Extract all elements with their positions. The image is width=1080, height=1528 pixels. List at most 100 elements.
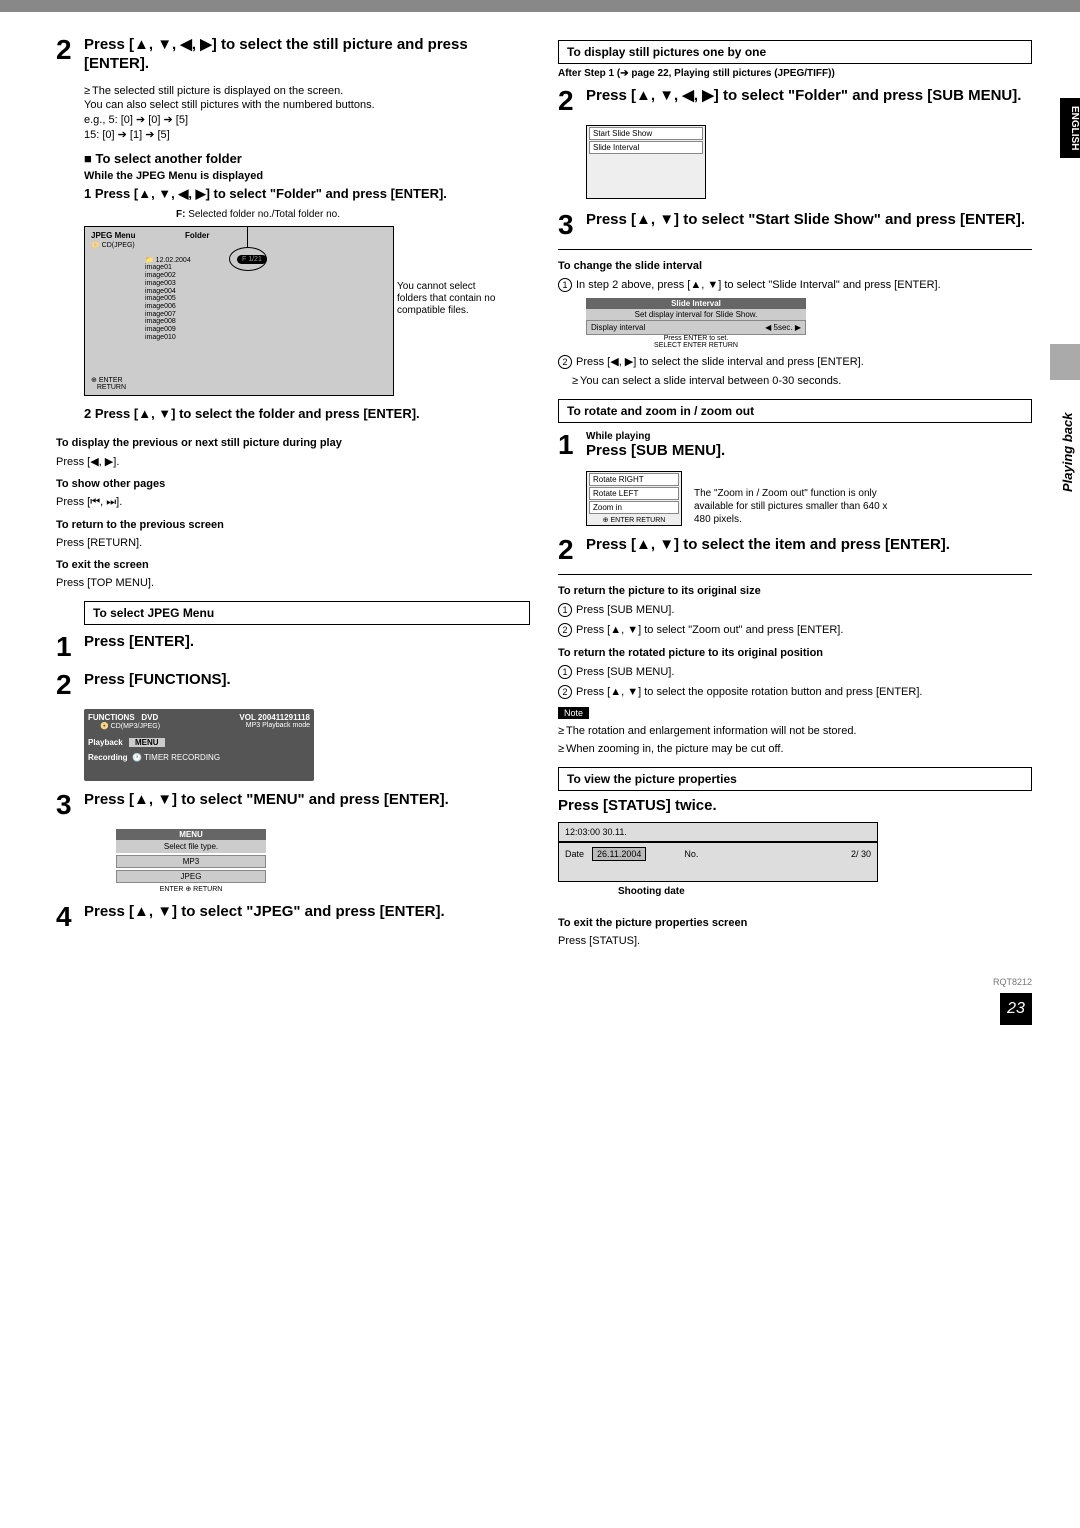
display-prev-next-text: Press [◀, ▶]. (56, 455, 530, 468)
page-top-border (0, 0, 1080, 12)
functions-menu-illustration: FUNCTIONS DVD VOL 200411291118 📀 CD(MP3/… (84, 709, 314, 781)
file-list: 📁 12.02.2004 image01 image002 image003 i… (145, 257, 191, 342)
while-playing-label: While playing (586, 431, 725, 442)
circled-step-2: Press [◀, ▶] to select the slide interva… (558, 355, 1032, 369)
orig-size-step2: Press [▲, ▼] to select "Zoom out" and pr… (558, 623, 1032, 637)
rotate-menu: Rotate RIGHT Rotate LEFT Zoom in ⊕ ENTER… (586, 471, 682, 526)
folder-counter-explanation: F: F: Selected folder no./Total folder n… (176, 209, 530, 220)
interval-press-enter: Press ENTER to set. (586, 335, 806, 342)
number-value: 2/ 30 (851, 849, 871, 859)
status-display-box: 12:03:00 30.11. Date 26.11.2004 No. 2/ 3… (558, 822, 878, 882)
orig-pos-heading: To return the rotated picture to its ori… (558, 647, 1032, 659)
return-previous-text: Press [RETURN]. (56, 537, 530, 549)
doc-id-footer: RQT8212 (0, 971, 1080, 993)
note-line-1: The rotation and enlargement information… (558, 725, 1032, 737)
submenu-item: Slide Interval (589, 141, 703, 154)
number-label: No. (684, 849, 698, 859)
exit-screen-text: Press [TOP MENU]. (56, 577, 530, 589)
step-title: Press [▲, ▼] to select "Start Slide Show… (586, 211, 1025, 239)
note-line-2: When zooming in, the picture may be cut … (558, 743, 1032, 755)
view-properties-box: To view the picture properties (558, 767, 1032, 791)
rotate-zoom-box: To rotate and zoom in / zoom out (558, 399, 1032, 423)
page-number-box: 23 (1000, 993, 1032, 1025)
substep-2: 2 Press [▲, ▼] to select the folder and … (84, 406, 530, 423)
step-body: While playing Press [SUB MENU]. (586, 431, 725, 461)
menu-popup-illustration: MENU Select file type. MP3 JPEG ENTER ⊕ … (116, 829, 266, 893)
step-number: 2 (558, 87, 586, 115)
rotate-option: Rotate RIGHT (589, 473, 679, 486)
functions-recording-row: Recording 🕐 TIMER RECORDING (88, 753, 310, 762)
left-column: 2 Press [▲, ▼, ◀, ▶] to select the still… (56, 36, 530, 947)
step-number: 2 (56, 36, 84, 74)
step-title: Press [FUNCTIONS]. (84, 671, 231, 699)
side-marker (1050, 344, 1080, 380)
step-number: 2 (56, 671, 84, 699)
bullet-text: The selected still picture is displayed … (84, 85, 343, 97)
step-title: Press [▲, ▼] to select "JPEG" and press … (84, 903, 445, 931)
orig-pos-step1: Press [SUB MENU]. (558, 665, 1032, 679)
step-2-folder: 2 Press [▲, ▼, ◀, ▶] to select "Folder" … (558, 87, 1032, 115)
show-other-pages-heading: To show other pages (56, 478, 530, 490)
while-jpeg-menu-text: While the JPEG Menu is displayed (84, 170, 530, 182)
side-tab-playing-back: Playing back (1060, 392, 1080, 512)
step-number: 3 (56, 791, 84, 819)
display-prev-next-heading: To display the previous or next still pi… (56, 437, 530, 449)
step-number: 4 (56, 903, 84, 931)
interval-caption: Set display interval for Slide Show. (586, 309, 806, 320)
jpeg-menu-illustration: JPEG Menu 📀 CD(JPEG) Folder F 1/21 📁 12.… (84, 226, 394, 396)
note-line: You can also select still pictures with … (84, 99, 375, 111)
menu-popup-instruction: Select file type. (116, 840, 266, 853)
interval-range-note: You can select a slide interval between … (572, 375, 1032, 387)
display-one-by-one-box: To display still pictures one by one (558, 40, 1032, 64)
rotate-foot: ⊕ ENTER RETURN (587, 515, 681, 525)
example-line: 15: [0] ➔ [1] ➔ [5] (84, 129, 170, 141)
functions-playback-row: Playback MENU (88, 738, 310, 747)
step-number: 1 (558, 431, 586, 461)
menu-popup-option: JPEG (116, 870, 266, 883)
date-label: Date (565, 849, 584, 859)
step-title: Press [ENTER]. (84, 633, 194, 661)
step-title: Press [▲, ▼] to select "MENU" and press … (84, 791, 449, 819)
change-interval-heading: To change the slide interval (558, 260, 1032, 272)
step-1-enter: 1 Press [ENTER]. (56, 633, 530, 661)
menu-popup-title: MENU (116, 829, 266, 840)
menu-popup-footer: ENTER ⊕ RETURN (116, 885, 266, 893)
rotate-option: Rotate LEFT (589, 487, 679, 500)
circled-step-1: In step 2 above, press [▲, ▼] to select … (558, 278, 1032, 292)
shooting-date-label: Shooting date (618, 886, 1032, 897)
interval-foot: SELECT ENTER RETURN (586, 342, 806, 349)
orig-size-heading: To return the picture to its original si… (558, 585, 1032, 597)
submenu-popup: Start Slide Show Slide Interval (586, 125, 706, 199)
exit-properties-text: Press [STATUS]. (558, 935, 1032, 947)
divider (558, 249, 1032, 250)
exit-screen-heading: To exit the screen (56, 559, 530, 571)
step2-note: The selected still picture is displayed … (84, 84, 530, 143)
slide-interval-box: Slide Interval Set display interval for … (586, 298, 806, 349)
callout-text: You cannot select folders that contain n… (397, 281, 505, 317)
interval-label: Display interval (591, 323, 645, 332)
step-number: 2 (558, 536, 586, 564)
step-2: 2 Press [▲, ▼, ◀, ▶] to select the still… (56, 36, 530, 74)
step-1-submenu: 1 While playing Press [SUB MENU]. (558, 431, 1032, 461)
functions-header-row: FUNCTIONS DVD VOL 200411291118 (88, 713, 310, 722)
orig-size-step1: Press [SUB MENU]. (558, 603, 1032, 617)
note-badge: Note (558, 707, 589, 719)
step-title: Press [▲, ▼] to select the item and pres… (586, 536, 950, 564)
orig-pos-step2: Press [▲, ▼] to select the opposite rota… (558, 685, 1032, 699)
enter-return-label: ⊕ ENTER RETURN (91, 376, 126, 391)
date-value: 26.11.2004 (592, 847, 646, 861)
jpeg-menu-title: JPEG Menu 📀 CD(JPEG) (91, 231, 135, 249)
step-title: Press [SUB MENU]. (586, 442, 725, 461)
return-previous-heading: To return to the previous screen (56, 519, 530, 531)
exit-properties-heading: To exit the picture properties screen (558, 917, 1032, 929)
folder-label: Folder (185, 231, 209, 240)
step-number: 1 (56, 633, 84, 661)
menu-highlighted: MENU (129, 738, 165, 747)
interval-row: Display interval ◀ 5sec. ▶ (586, 320, 806, 335)
select-another-folder-heading: To select another folder (84, 151, 530, 166)
substep-1: 1 Press [▲, ▼, ◀, ▶] to select "Folder" … (84, 186, 530, 203)
step-2-select-item: 2 Press [▲, ▼] to select the item and pr… (558, 536, 1032, 564)
press-status-twice: Press [STATUS] twice. (558, 797, 1032, 816)
after-step1-text: After Step 1 (➔ page 22, Playing still p… (558, 68, 1032, 79)
submenu-item: Start Slide Show (589, 127, 703, 140)
